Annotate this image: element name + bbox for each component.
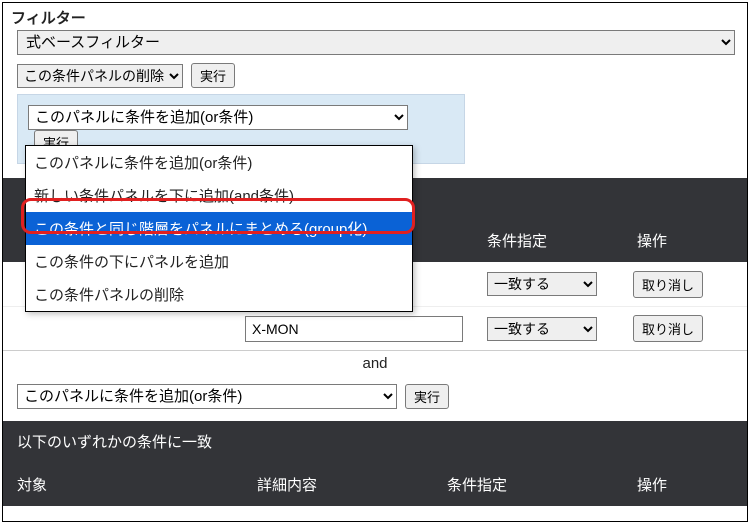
dropdown-option-1[interactable]: 新しい条件パネルを下に追加(and条件) [26,179,412,212]
row2-condition-select[interactable]: 一致する [487,317,597,341]
data-row-2: 一致する 取り消し [3,306,747,350]
col-condition: 条件指定 [417,230,577,251]
row1-cancel-button[interactable]: 取り消し [633,271,703,298]
panel-delete-select[interactable]: この条件パネルの削除 [17,64,183,88]
row2-cancel-button[interactable]: 取り消し [633,315,703,342]
data-row-3: ファシリティ (1) user 一致する 取り消し [3,506,747,522]
col-condition-2: 条件指定 [417,474,577,495]
col-target-2: 対象 [17,474,237,495]
filter-type-select[interactable]: 式ベースフィルター [17,30,735,55]
dropdown-option-4[interactable]: この条件パネルの削除 [26,278,412,311]
row1-condition-select[interactable]: 一致する [487,272,597,296]
dropdown-option-3[interactable]: この条件の下にパネルを追加 [26,245,412,278]
execute-button-1[interactable]: 実行 [191,63,235,88]
column-header-2: 対象 詳細内容 条件指定 操作 [3,462,747,506]
col-detail-2: 詳細内容 [237,474,417,495]
dropdown-option-2[interactable]: この条件と同じ階層をパネルにまとめる(group化) [26,212,412,245]
panel1-add-select[interactable]: このパネルに条件を追加(or条件) [28,105,408,130]
execute-button-3[interactable]: 実行 [405,384,449,409]
col-action: 操作 [577,230,739,251]
match-any-title: 以下のいずれかの条件に一致 [3,421,747,462]
col-action-2: 操作 [577,474,739,495]
panel-action-dropdown[interactable]: このパネルに条件を追加(or条件) 新しい条件パネルを下に追加(and条件) こ… [25,145,413,312]
filter-label: フィルター [3,3,747,28]
and-separator: and [3,350,747,376]
panel2-add-select[interactable]: このパネルに条件を追加(or条件) [17,384,397,409]
row2-value-input[interactable] [245,316,463,342]
dropdown-option-0[interactable]: このパネルに条件を追加(or条件) [26,146,412,179]
